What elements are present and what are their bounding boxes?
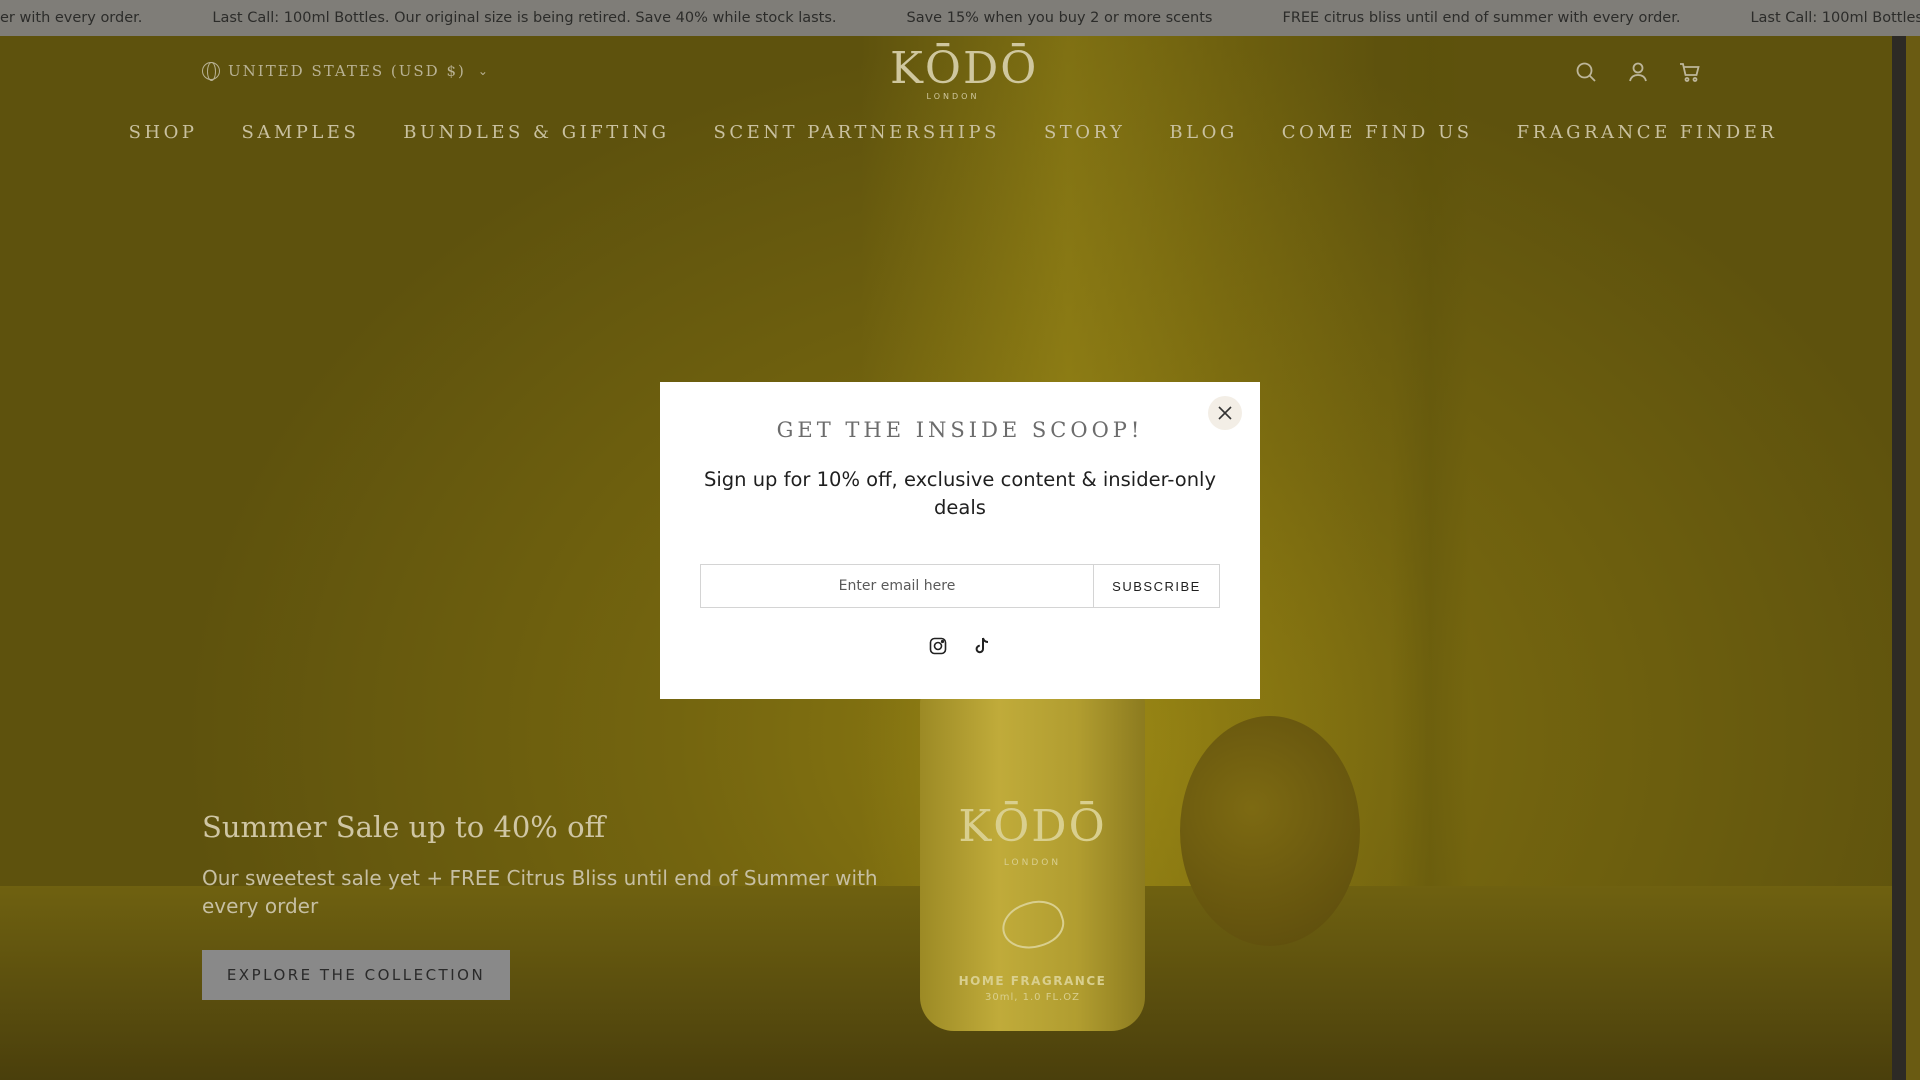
chevron-down-icon: ⌄ (477, 64, 490, 78)
explore-collection-button[interactable]: EXPLORE THE COLLECTION (202, 950, 510, 1000)
bottle-logo: KŌDŌ (958, 801, 1107, 852)
region-selector[interactable]: UNITED STATES (USD $) ⌄ (202, 62, 490, 81)
region-label: UNITED STATES (USD $) (228, 62, 466, 80)
lemon-icon (996, 893, 1070, 957)
hero-decorative-sphere (1180, 716, 1360, 946)
modal-title: GET THE INSIDE SCOOP! (776, 418, 1144, 442)
announcement-item[interactable]: Last Call: 100ml Bottles. Our original s… (1750, 10, 1920, 26)
site-header: UNITED STATES (USD $) ⌄ KŌDŌ LONDON SHOP… (0, 36, 1906, 176)
brand-logo[interactable]: KŌDŌ LONDON (890, 43, 1039, 102)
nav-item-bundles-gifting[interactable]: BUNDLES & GIFTING (381, 122, 691, 143)
nav-item-story[interactable]: STORY (1022, 122, 1147, 143)
nav-item-blog[interactable]: BLOG (1147, 122, 1259, 143)
announcement-item[interactable]: FREE citrus bliss until end of summer wi… (1282, 10, 1680, 26)
search-icon[interactable] (1574, 60, 1598, 84)
email-field[interactable] (701, 565, 1094, 607)
bottle-city: LONDON (1003, 858, 1062, 868)
bottle-volume: 30ml, 1.0 FL.OZ (985, 992, 1080, 1003)
main-nav: SHOP SAMPLES BUNDLES & GIFTING SCENT PAR… (0, 122, 1906, 143)
header-icons (1574, 60, 1702, 84)
cart-icon[interactable] (1678, 60, 1702, 84)
announcement-item[interactable]: Last Call: 100ml Bottles. Our original s… (212, 10, 836, 26)
announcement-bar: er with every order. Last Call: 100ml Bo… (0, 0, 1920, 36)
social-links (928, 636, 992, 656)
nav-item-shop[interactable]: SHOP (107, 122, 220, 143)
nav-item-samples[interactable]: SAMPLES (219, 122, 381, 143)
newsletter-form: SUBSCRIBE (700, 564, 1220, 608)
scrollbar[interactable] (1892, 36, 1906, 1080)
bottle-label: HOME FRAGRANCE (958, 974, 1107, 988)
newsletter-modal: GET THE INSIDE SCOOP! Sign up for 10% of… (660, 382, 1260, 699)
globe-icon (202, 62, 220, 81)
subscribe-button[interactable]: SUBSCRIBE (1094, 565, 1219, 607)
nav-item-fragrance-finder[interactable]: FRAGRANCE FINDER (1495, 122, 1800, 143)
hero-title: Summer Sale up to 40% off (202, 810, 606, 844)
announcement-track: er with every order. Last Call: 100ml Bo… (0, 0, 1920, 36)
instagram-icon[interactable] (928, 636, 948, 656)
modal-description: Sign up for 10% off, exclusive content &… (703, 468, 1217, 519)
announcement-item[interactable]: Save 15% when you buy 2 or more scents (907, 10, 1213, 26)
hero-subtitle: Our sweetest sale yet + FREE Citrus Blis… (202, 866, 878, 918)
account-icon[interactable] (1626, 60, 1650, 84)
tiktok-icon[interactable] (972, 636, 992, 656)
nav-item-come-find-us[interactable]: COME FIND US (1260, 122, 1495, 143)
brand-name: KŌDŌ (890, 43, 1039, 94)
announcement-item[interactable]: er with every order. (0, 10, 142, 26)
nav-item-scent-partnerships[interactable]: SCENT PARTNERSHIPS (691, 122, 1021, 143)
product-bottle-image: KŌDŌ LONDON HOME FRAGRANCE 30ml, 1.0 FL.… (920, 676, 1145, 1031)
